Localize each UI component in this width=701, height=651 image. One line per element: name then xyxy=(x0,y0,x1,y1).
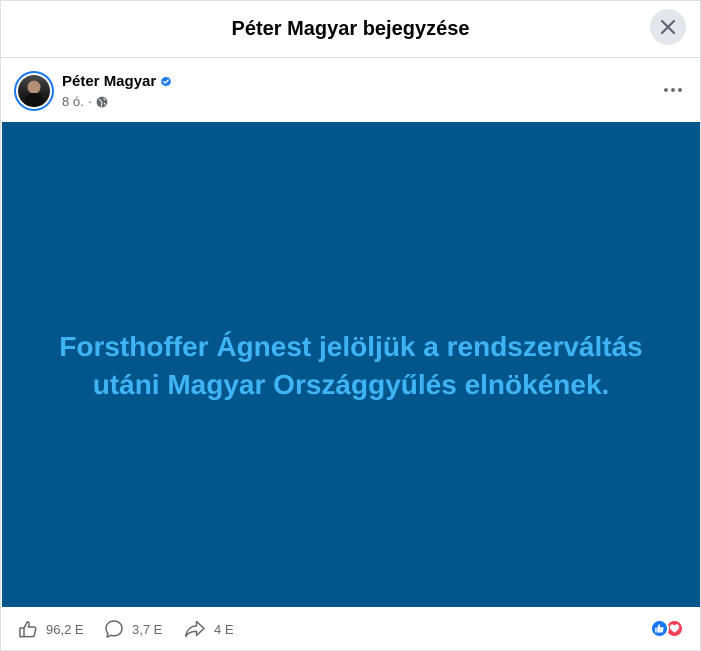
close-button[interactable] xyxy=(650,9,686,45)
share-icon xyxy=(185,620,205,638)
dialog-header: Péter Magyar bejegyzése xyxy=(1,1,700,58)
author-name[interactable]: Péter Magyar xyxy=(62,73,156,90)
post-time[interactable]: 8 ó. xyxy=(62,94,84,109)
dialog-title: Péter Magyar bejegyzése xyxy=(231,18,470,40)
post-author: Péter Magyar 8 ó. · xyxy=(14,71,694,113)
post-text-line: Forsthoffer Ágnest jelöljük a rendszervá… xyxy=(59,330,643,362)
post-meta: 8 ó. · xyxy=(62,94,108,109)
more-options-button[interactable] xyxy=(660,75,690,105)
like-icon xyxy=(19,621,37,638)
avatar[interactable] xyxy=(14,71,54,111)
share-button[interactable]: 4 E xyxy=(184,617,234,641)
verified-badge-icon xyxy=(161,76,172,86)
meta-separator: · xyxy=(87,94,93,109)
avatar-photo xyxy=(18,75,50,107)
comment-count: 3,7 E xyxy=(132,621,163,637)
post-dialog: Péter Magyar bejegyzése Péter Magyar 8 ó… xyxy=(0,0,701,651)
post-text-line: utáni Magyar Országgyűlés elnökének. xyxy=(92,368,610,400)
globe-icon[interactable] xyxy=(96,96,108,108)
comment-button[interactable]: 3,7 E xyxy=(104,617,162,641)
post-text-card: Forsthoffer Ágnest jelöljük a rendszervá… xyxy=(2,122,700,607)
more-options-icon xyxy=(664,88,682,92)
post-footer: 96,2 E 3,7 E 4 E xyxy=(1,607,700,651)
post-text: Forsthoffer Ágnest jelöljük a rendszervá… xyxy=(31,328,671,404)
like-count: 96,2 E xyxy=(46,621,84,637)
like-reaction-icon xyxy=(650,619,669,638)
comment-icon xyxy=(105,620,123,638)
close-icon xyxy=(660,19,676,35)
like-button[interactable]: 96,2 E xyxy=(18,617,84,641)
reactions-summary[interactable] xyxy=(650,619,690,639)
share-count: 4 E xyxy=(214,621,234,637)
